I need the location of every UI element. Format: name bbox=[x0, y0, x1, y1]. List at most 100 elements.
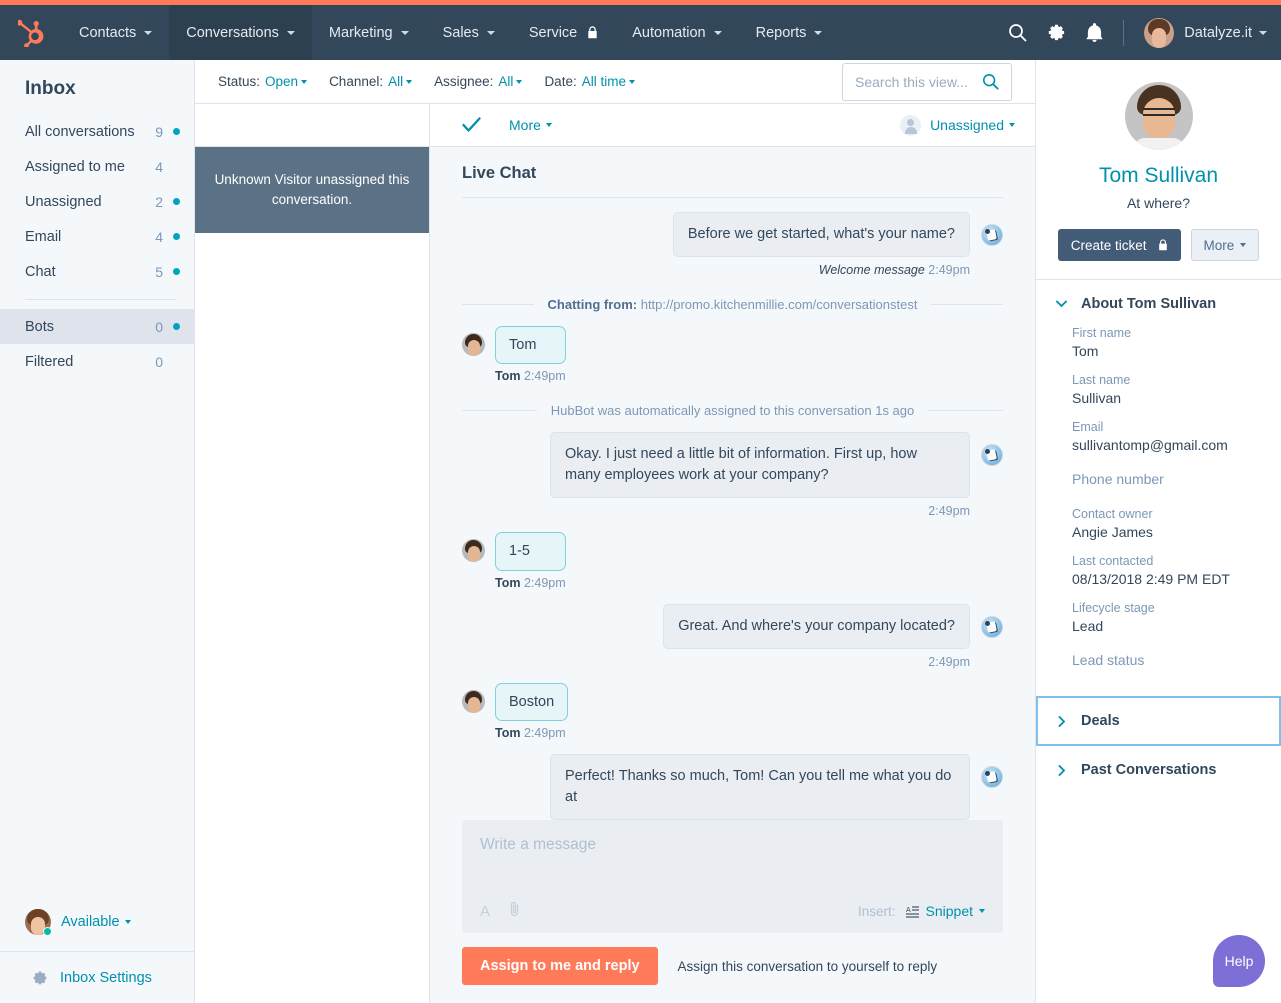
sidebar-item-email[interactable]: Email 4 bbox=[0, 219, 194, 254]
nav-item-marketing[interactable]: Marketing bbox=[312, 5, 426, 60]
about-section-title: About Tom Sullivan bbox=[1081, 296, 1216, 312]
help-button[interactable]: Help bbox=[1213, 935, 1265, 987]
message-meta: Tom 2:49pm bbox=[495, 369, 566, 383]
field-label: Email bbox=[1072, 420, 1261, 434]
account-menu[interactable]: Datalyze.it bbox=[1144, 18, 1267, 48]
bot-avatar bbox=[981, 444, 1003, 466]
message-bubble: Tom bbox=[495, 326, 566, 364]
composer-actions: Assign to me and reply Assign this conve… bbox=[462, 947, 1003, 1003]
chevron-right-icon bbox=[1056, 765, 1067, 776]
field-value[interactable]: Tom bbox=[1072, 343, 1261, 359]
field-label: First name bbox=[1072, 326, 1261, 340]
search-view-box[interactable] bbox=[842, 63, 1012, 101]
message-bubble: Boston bbox=[495, 683, 568, 721]
filter-value[interactable]: All bbox=[388, 74, 412, 89]
message-composer[interactable]: Write a message A Insert: bbox=[462, 820, 1003, 933]
field-label: Last name bbox=[1072, 373, 1261, 387]
field-value[interactable]: Sullivan bbox=[1072, 390, 1261, 406]
field-value[interactable]: sullivantomp@gmail.com bbox=[1072, 437, 1261, 453]
conversation-toolbar: More Unassigned bbox=[430, 104, 1035, 147]
sidebar-item-label: Chat bbox=[25, 264, 155, 280]
attachment-icon[interactable] bbox=[510, 901, 520, 921]
checkmark-icon[interactable] bbox=[462, 117, 481, 133]
nav-item-label: Marketing bbox=[329, 25, 393, 41]
chevron-down-icon bbox=[979, 909, 985, 913]
thread-divider-note: Chatting from: http://promo.kitchenmilli… bbox=[462, 297, 1003, 312]
field-lead-status[interactable]: Lead status bbox=[1072, 652, 1261, 668]
filter-value[interactable]: Open bbox=[265, 74, 307, 89]
bell-icon[interactable] bbox=[1086, 23, 1103, 42]
hubspot-sprocket-logo[interactable] bbox=[0, 19, 62, 47]
accordion-past-conversations[interactable]: Past Conversations bbox=[1036, 746, 1281, 794]
sidebar-item-count: 5 bbox=[155, 264, 163, 280]
message-body: Boston Tom 2:49pm bbox=[495, 683, 568, 740]
chevron-down-icon bbox=[714, 31, 722, 35]
sidebar-item-chat[interactable]: Chat 5 bbox=[0, 254, 194, 289]
search-icon[interactable] bbox=[1008, 23, 1027, 42]
message-bubble: 1-5 bbox=[495, 532, 566, 570]
accordion-deals[interactable]: Deals bbox=[1036, 696, 1281, 746]
create-ticket-button[interactable]: Create ticket bbox=[1058, 229, 1181, 261]
nav-item-sales[interactable]: Sales bbox=[426, 5, 512, 60]
snippet-button[interactable]: A Snippet bbox=[906, 903, 985, 919]
page-title: Inbox bbox=[0, 60, 194, 110]
composer-toolbar: A Insert: A bbox=[480, 901, 985, 921]
sidebar-item-unassigned[interactable]: Unassigned 2 bbox=[0, 184, 194, 219]
assignee-label: Unassigned bbox=[930, 117, 1015, 133]
filter-value[interactable]: All bbox=[498, 74, 522, 89]
field-value[interactable]: 08/13/2018 2:49 PM EDT bbox=[1072, 571, 1261, 587]
sidebar-item-label: Email bbox=[25, 229, 155, 245]
chevron-down-icon bbox=[406, 80, 412, 84]
search-icon[interactable] bbox=[982, 73, 999, 90]
nav-item-automation[interactable]: Automation bbox=[615, 5, 738, 60]
spacer bbox=[0, 379, 194, 893]
filter-status[interactable]: Status: Open bbox=[218, 74, 307, 89]
message-bubble: Before we get started, what's your name? bbox=[673, 212, 970, 257]
sidebar-item-all-conversations[interactable]: All conversations 9 bbox=[0, 114, 194, 149]
filter-value[interactable]: All time bbox=[582, 74, 635, 89]
nav-item-reports[interactable]: Reports bbox=[739, 5, 840, 60]
search-input[interactable] bbox=[855, 74, 982, 90]
composer-placeholder: Write a message bbox=[480, 836, 985, 854]
sidebar-item-label: Unassigned bbox=[25, 194, 155, 210]
assignee-selector[interactable]: Unassigned bbox=[900, 115, 1015, 136]
insert-group: Insert: A Snippet bbox=[858, 903, 985, 919]
filter-channel[interactable]: Channel: All bbox=[329, 74, 412, 89]
inbox-sidebar: Inbox All conversations 9 Assigned to me… bbox=[0, 60, 195, 1003]
sidebar-item-filtered[interactable]: Filtered 0 bbox=[0, 344, 194, 379]
message-inbound: Boston Tom 2:49pm bbox=[462, 683, 1003, 740]
sidebar-item-count: 4 bbox=[155, 229, 163, 245]
chevron-down-icon bbox=[516, 80, 522, 84]
filter-date[interactable]: Date: All time bbox=[544, 74, 635, 89]
assign-and-reply-button[interactable]: Assign to me and reply bbox=[462, 947, 658, 985]
top-navbar: Contacts Conversations Marketing Sales S… bbox=[0, 5, 1281, 60]
contact-name[interactable]: Tom Sullivan bbox=[1056, 164, 1261, 188]
field-phone-number[interactable]: Phone number bbox=[1072, 471, 1261, 487]
gear-icon[interactable] bbox=[1047, 23, 1066, 42]
sidebar-item-bots[interactable]: Bots 0 bbox=[0, 309, 194, 344]
message-sender: Tom bbox=[495, 576, 520, 590]
field-value[interactable]: Angie James bbox=[1072, 524, 1261, 540]
nav-item-service[interactable]: Service bbox=[512, 5, 615, 60]
nav-item-conversations[interactable]: Conversations bbox=[169, 5, 312, 60]
contact-avatar bbox=[462, 333, 485, 356]
contact-more-button[interactable]: More bbox=[1191, 229, 1260, 261]
chevron-down-icon bbox=[1009, 123, 1015, 127]
sidebar-item-assigned-to-me[interactable]: Assigned to me 4 bbox=[0, 149, 194, 184]
about-section-header[interactable]: About Tom Sullivan bbox=[1036, 280, 1281, 326]
filter-assignee[interactable]: Assignee: All bbox=[434, 74, 522, 89]
filter-value-text: All time bbox=[582, 74, 626, 89]
availability-selector[interactable]: Available bbox=[0, 893, 194, 951]
nav-item-contacts[interactable]: Contacts bbox=[62, 5, 169, 60]
unread-dot bbox=[173, 323, 180, 330]
more-actions-button[interactable]: More bbox=[509, 117, 552, 133]
contact-actions: Create ticket More bbox=[1056, 229, 1261, 261]
inbox-settings-link[interactable]: Inbox Settings bbox=[0, 951, 194, 1003]
conversation-list-item[interactable]: Unknown Visitor unassigned this conversa… bbox=[195, 147, 429, 233]
field-value[interactable]: Lead bbox=[1072, 618, 1261, 634]
message-sender: Tom bbox=[495, 369, 520, 383]
sidebar-item-count: 0 bbox=[155, 319, 163, 335]
message-sender: Tom bbox=[495, 726, 520, 740]
filter-label: Status: bbox=[218, 74, 260, 89]
text-format-icon[interactable]: A bbox=[480, 903, 490, 920]
